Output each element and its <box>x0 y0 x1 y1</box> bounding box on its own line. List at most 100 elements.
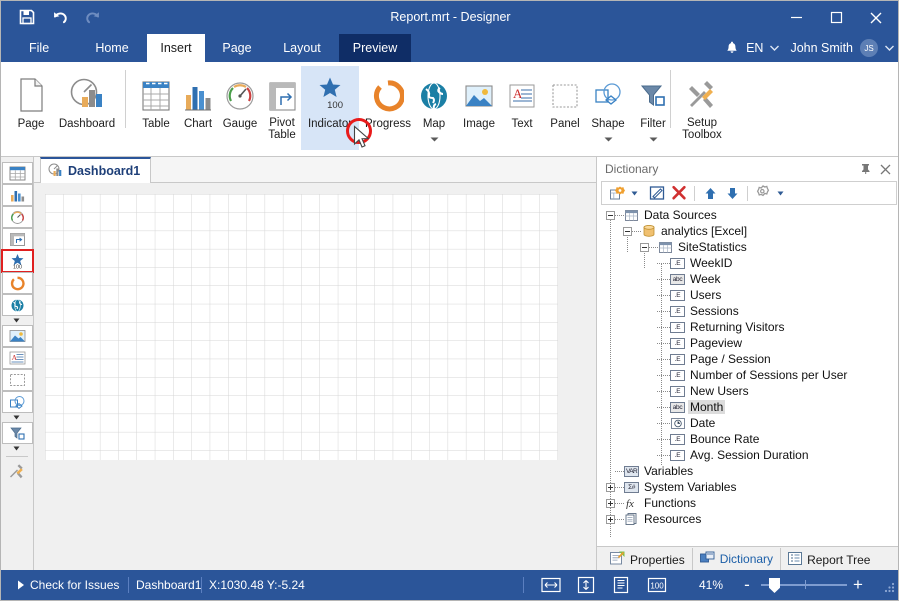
user-name-label[interactable]: John Smith <box>790 41 853 55</box>
tree-label: New Users <box>688 384 751 398</box>
tree-node-system-variables[interactable]: Σ# System Variables <box>601 479 897 495</box>
delete-icon[interactable] <box>669 183 689 203</box>
fit-height-icon[interactable] <box>575 575 597 595</box>
arrow-down-icon[interactable] <box>722 183 742 203</box>
status-page-name[interactable]: Dashboard1 <box>136 570 201 600</box>
resize-grip[interactable] <box>882 580 895 596</box>
close-icon[interactable] <box>877 161 893 177</box>
tool-strip-item-setup-toolbox[interactable] <box>2 461 33 483</box>
tool-strip-map-chevron-down-icon[interactable] <box>1 316 32 325</box>
tool-strip-item-progress[interactable] <box>2 272 33 294</box>
ribbon-page-button[interactable]: Page <box>4 66 58 150</box>
new-item-chevron-down-icon[interactable] <box>629 183 640 203</box>
tool-strip-item-chart[interactable] <box>2 184 33 206</box>
tool-strip-item-table[interactable] <box>2 162 33 184</box>
tree-node-avg-session-duration[interactable]: .E Avg. Session Duration <box>601 447 897 463</box>
tree-node-returning-visitors[interactable]: .E Returning Visitors <box>601 319 897 335</box>
maximize-button[interactable] <box>816 1 856 34</box>
tool-strip-shape-chevron-down-icon[interactable] <box>1 413 32 422</box>
fit-width-icon[interactable] <box>540 575 562 595</box>
tree-node-date[interactable]: Date <box>601 415 897 431</box>
report-page-canvas[interactable] <box>45 194 558 460</box>
map-chevron-down-icon[interactable] <box>430 131 439 145</box>
tab-insert[interactable]: Insert <box>147 34 205 62</box>
tool-strip-item-pivot-table[interactable] <box>2 228 33 250</box>
work-area[interactable] <box>34 183 596 572</box>
filter-chevron-down-icon[interactable] <box>649 131 658 145</box>
expander-plus-icon[interactable] <box>606 499 615 508</box>
tree-node-users[interactable]: .E Users <box>601 287 897 303</box>
tree-connector <box>632 231 641 232</box>
expander-minus-icon[interactable] <box>623 227 632 236</box>
expander-plus-icon[interactable] <box>606 483 615 492</box>
tool-strip-filter-chevron-down-icon[interactable] <box>1 444 32 453</box>
document-tab-dashboard1[interactable]: Dashboard1 <box>40 157 151 183</box>
tree-node-variables[interactable]: VAR Variables <box>601 463 897 479</box>
avatar[interactable]: JS <box>860 39 878 57</box>
tree-node-resources[interactable]: Resources <box>601 511 897 527</box>
tree-node-analytics[interactable]: analytics [Excel] <box>601 223 897 239</box>
account-chevron-down-icon[interactable] <box>885 45 894 51</box>
fit-page-icon[interactable] <box>610 575 632 595</box>
tool-strip-item-shape[interactable] <box>2 391 33 413</box>
tree-node-bounce-rate[interactable]: .E Bounce Rate <box>601 431 897 447</box>
zoom-in-button[interactable]: + <box>850 570 866 600</box>
tool-strip-item-image[interactable] <box>2 325 33 347</box>
status-divider-3 <box>523 577 524 593</box>
gear-icon[interactable] <box>753 183 773 203</box>
close-button[interactable] <box>856 1 896 34</box>
tree-node-month[interactable]: abc Month <box>601 399 897 415</box>
tree-node-week[interactable]: abc Week <box>601 271 897 287</box>
tab-properties[interactable]: Properties <box>603 548 692 571</box>
tree-node-new-users[interactable]: .E New Users <box>601 383 897 399</box>
ribbon-dashboard-button[interactable]: Dashboard <box>54 66 120 150</box>
tool-strip-item-gauge[interactable] <box>2 206 33 228</box>
ribbon-divider-1 <box>125 70 126 128</box>
tree-node-page-session[interactable]: .E Page / Session <box>601 351 897 367</box>
zoom-out-button[interactable]: - <box>739 570 755 600</box>
expander-minus-icon[interactable] <box>606 211 615 220</box>
bell-icon[interactable] <box>725 41 739 56</box>
expander-plus-icon[interactable] <box>606 515 615 524</box>
tool-strip-item-text[interactable]: A <box>2 347 33 369</box>
tab-file[interactable]: File <box>17 34 61 62</box>
new-item-icon[interactable] <box>607 183 627 203</box>
zoom-slider-handle[interactable] <box>769 578 780 593</box>
minimize-button[interactable] <box>776 1 816 34</box>
zoom-100-icon[interactable]: 100 <box>645 575 669 595</box>
pin-icon[interactable] <box>857 161 873 177</box>
check-for-issues-button[interactable]: Check for Issues <box>30 570 119 600</box>
tab-dictionary[interactable]: Dictionary <box>692 548 781 572</box>
ribbon-setup-toolbox-button[interactable]: Setup Toolbox <box>674 66 730 150</box>
dictionary-tree[interactable]: Data Sources analytics [Excel] SiteStati… <box>601 207 897 537</box>
tab-preview[interactable]: Preview <box>339 34 411 62</box>
expander-minus-icon[interactable] <box>640 243 649 252</box>
edit-icon[interactable] <box>647 183 667 203</box>
settings-chevron-down-icon[interactable] <box>775 183 786 203</box>
tree-node-sitestatistics[interactable]: SiteStatistics <box>601 239 897 255</box>
tree-node-data-sources[interactable]: Data Sources <box>601 207 897 223</box>
tree-node-weekid[interactable]: .E WeekID <box>601 255 897 271</box>
ribbon-indicator-button[interactable]: 100 Indicator <box>301 66 359 150</box>
tree-node-functions[interactable]: fx Functions <box>601 495 897 511</box>
language-chevron-down-icon[interactable] <box>770 45 779 51</box>
dashboard-icon <box>48 163 63 180</box>
tab-home[interactable]: Home <box>81 34 143 62</box>
tab-report-tree[interactable]: Report Tree <box>781 549 877 571</box>
tree-node-pageview[interactable]: .E Pageview <box>601 335 897 351</box>
toolbar-divider-1 <box>694 186 695 201</box>
tab-properties-label: Properties <box>630 553 685 567</box>
tree-node-number-of-sessions-per-user[interactable]: .E Number of Sessions per User <box>601 367 897 383</box>
tool-strip-item-filter[interactable] <box>2 422 33 444</box>
shape-chevron-down-icon[interactable] <box>604 131 613 145</box>
tool-strip-item-panel[interactable] <box>2 369 33 391</box>
tool-strip-item-indicator[interactable]: 100 <box>2 250 33 272</box>
tool-strip-item-map[interactable] <box>2 294 33 316</box>
tree-node-sessions[interactable]: .E Sessions <box>601 303 897 319</box>
language-label[interactable]: EN <box>746 41 763 55</box>
tab-layout[interactable]: Layout <box>269 34 335 62</box>
arrow-up-icon[interactable] <box>700 183 720 203</box>
expand-issues-icon[interactable] <box>12 576 30 594</box>
ribbon-filter-button[interactable]: Filter <box>626 66 680 150</box>
tab-page[interactable]: Page <box>209 34 265 62</box>
